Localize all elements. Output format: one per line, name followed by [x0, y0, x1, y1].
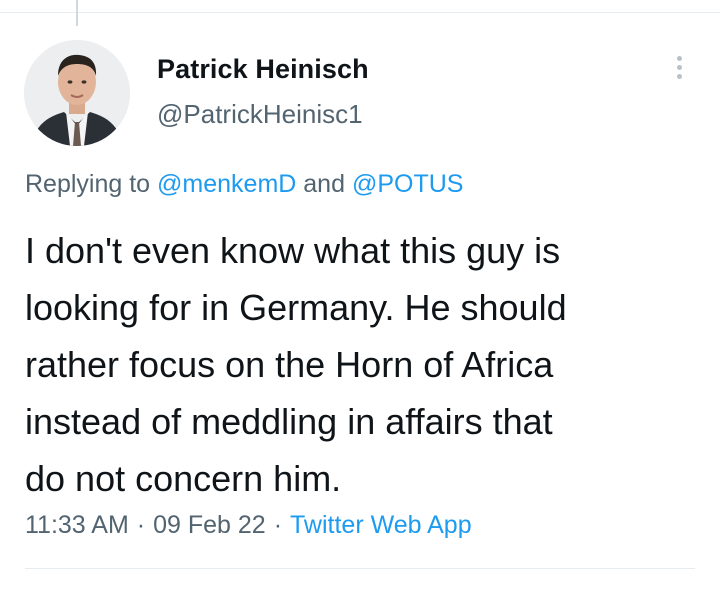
- tweet-time[interactable]: 11:33 AM: [25, 511, 129, 539]
- more-dot: [676, 56, 682, 61]
- mention-link-potus[interactable]: @POTUS: [352, 170, 464, 198]
- replying-to-line: Replying to @menkemD and @POTUS: [25, 170, 463, 199]
- replying-to-prefix: Replying to: [25, 170, 151, 198]
- tweet-text: I don't even know what this guy is looki…: [25, 222, 705, 507]
- thread-connector-line: [76, 0, 78, 26]
- tweet-meta: 11:33 AM · 09 Feb 22 · Twitter Web App: [25, 511, 472, 540]
- tweet-text-line: looking for in Germany. He should: [25, 287, 567, 328]
- top-divider: [0, 12, 720, 13]
- tweet-text-line: instead of meddling in affairs that: [25, 401, 553, 442]
- avatar[interactable]: [24, 40, 130, 146]
- bottom-divider: [25, 568, 695, 569]
- tweet-text-line: I don't even know what this guy is: [25, 230, 561, 271]
- tweet-text-line: do not concern him.: [25, 458, 342, 499]
- meta-separator: ·: [273, 511, 283, 539]
- more-vertical-icon[interactable]: [664, 52, 694, 86]
- meta-separator: ·: [136, 511, 146, 539]
- tweet-source-link[interactable]: Twitter Web App: [290, 511, 472, 539]
- more-dot: [676, 65, 682, 70]
- mention-link-menkemd[interactable]: @menkemD: [157, 170, 296, 198]
- tweet-date[interactable]: 09 Feb 22: [153, 511, 266, 539]
- replying-to-conjunction: and: [303, 170, 345, 198]
- author-display-name[interactable]: Patrick Heinisch: [157, 54, 369, 85]
- author-handle[interactable]: @PatrickHeinisc1: [157, 99, 363, 130]
- profile-photo-icon: [24, 40, 130, 146]
- more-dot: [676, 74, 682, 79]
- tweet-text-line: rather focus on the Horn of Africa: [25, 344, 554, 385]
